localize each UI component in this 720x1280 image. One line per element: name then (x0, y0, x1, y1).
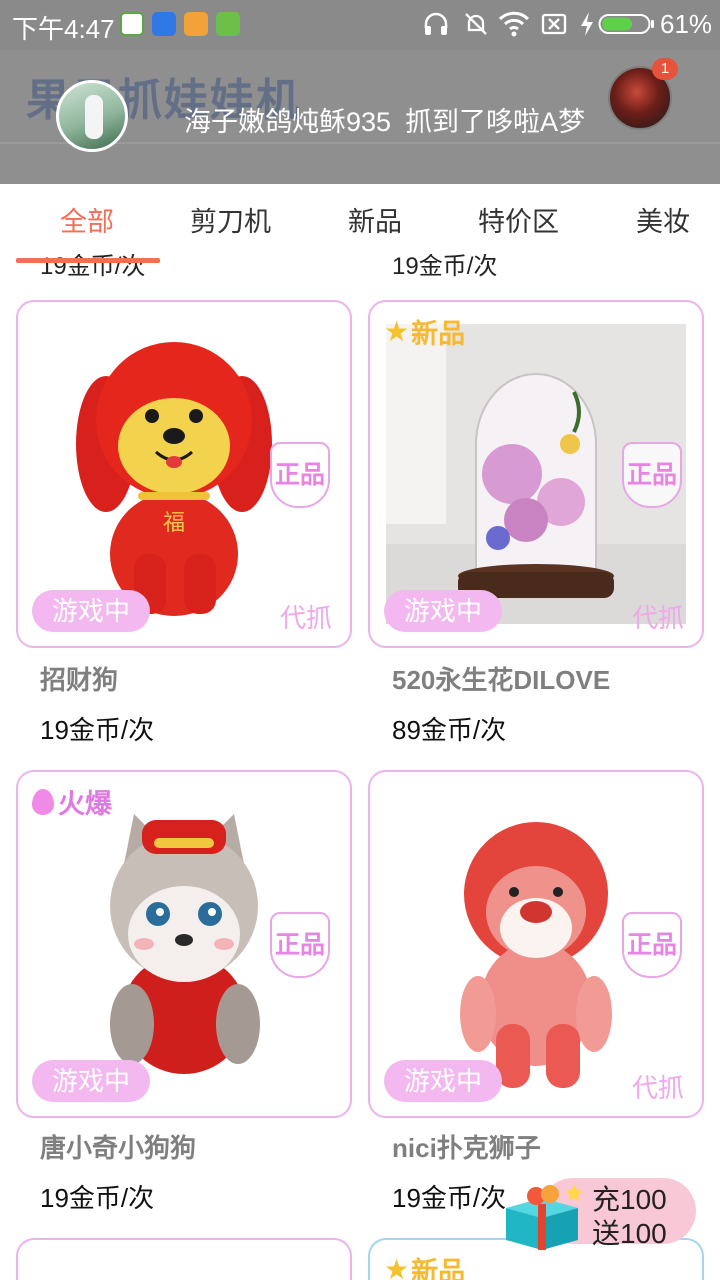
battery-icon (598, 14, 654, 34)
star-icon: ★ (384, 316, 410, 347)
product-sheet: 全部 剪刀机 新品 特价区 美妆 19金币/次 19金币/次 福 正品 游戏中 … (0, 184, 720, 1280)
status-pill: 游戏中 (384, 590, 502, 632)
recharge-bonus: 送100 (592, 1218, 667, 1249)
tab-all[interactable]: 全部 (60, 200, 114, 239)
product-card[interactable]: 福 正品 游戏中 代抓 (16, 300, 352, 648)
ticker-action: 抓到了哆啦A梦 (405, 107, 586, 137)
winner-avatar (56, 80, 128, 152)
hot-tag: 火爆 (32, 782, 112, 821)
tab-special-offer[interactable]: 特价区 (478, 200, 559, 239)
win-ticker: 海子嫩鸽炖稣935 抓到了哆啦A梦 (184, 100, 599, 139)
battery-percent: 61% (660, 9, 713, 39)
shield-icon (152, 12, 176, 36)
genuine-badge: 正品 (622, 442, 682, 508)
tab-scissor-machine[interactable]: 剪刀机 (190, 200, 271, 239)
gift-box-icon (506, 1184, 583, 1250)
proxy-claw-label[interactable]: 代抓 (632, 1068, 684, 1105)
product-price: 19金币/次 (392, 1183, 507, 1213)
mute-bell-icon (465, 13, 487, 35)
product-name: 唐小奇小狗狗 (40, 1133, 197, 1163)
product-name: 520永生花DILOVE (392, 665, 611, 695)
status-bar: 下午4:47 61% (0, 0, 720, 50)
product-card[interactable]: 正品 游戏中 代抓 (368, 770, 704, 1118)
product-price: 89金币/次 (392, 715, 507, 745)
charging-icon (581, 12, 593, 36)
recharge-promo-button[interactable]: 充100 送100 (500, 1168, 700, 1252)
svg-text:福: 福 (163, 511, 185, 536)
headphones-icon (424, 12, 448, 35)
status-time: 下午4:47 (12, 14, 115, 44)
product-price: 19金币/次 (40, 715, 155, 745)
star-icon: ★ (384, 1254, 410, 1280)
category-tabs: 全部 剪刀机 新品 特价区 美妆 (0, 184, 720, 254)
product-card[interactable]: ★ 新品 正品 游戏中 代抓 (368, 300, 704, 648)
new-tag: ★ 新品 (384, 1250, 465, 1280)
sim-blocked-icon (541, 13, 567, 35)
genuine-badge: 正品 (270, 442, 330, 508)
flame-icon (32, 788, 54, 815)
app-notification-icon (184, 12, 208, 36)
ticker-user: 海子嫩鸽炖稣935 (184, 107, 392, 137)
product-price: 19金币/次 (40, 1183, 155, 1213)
product-card[interactable]: 火爆 正品 游戏中 (16, 770, 352, 1118)
genuine-badge: 正品 (270, 912, 330, 978)
product-name: nici扑克狮子 (392, 1133, 541, 1163)
proxy-claw-label[interactable]: 代抓 (280, 598, 332, 635)
notification-badge: 1 (652, 58, 678, 80)
tab-new[interactable]: 新品 (348, 200, 402, 239)
new-tag: ★ 新品 (384, 316, 466, 349)
genuine-badge: 正品 (622, 912, 682, 978)
status-pill: 游戏中 (32, 1060, 150, 1102)
app-notification-icon (120, 12, 144, 36)
product-card[interactable] (16, 1238, 352, 1280)
status-pill: 游戏中 (32, 590, 150, 632)
product-name: 招财狗 (40, 665, 119, 695)
tab-cosmetics[interactable]: 美妆 (636, 200, 690, 239)
wifi-icon (498, 11, 530, 37)
battery-app-icon (216, 12, 240, 36)
proxy-claw-label[interactable]: 代抓 (632, 598, 684, 635)
tab-indicator (16, 258, 160, 263)
status-pill: 游戏中 (384, 1060, 502, 1102)
